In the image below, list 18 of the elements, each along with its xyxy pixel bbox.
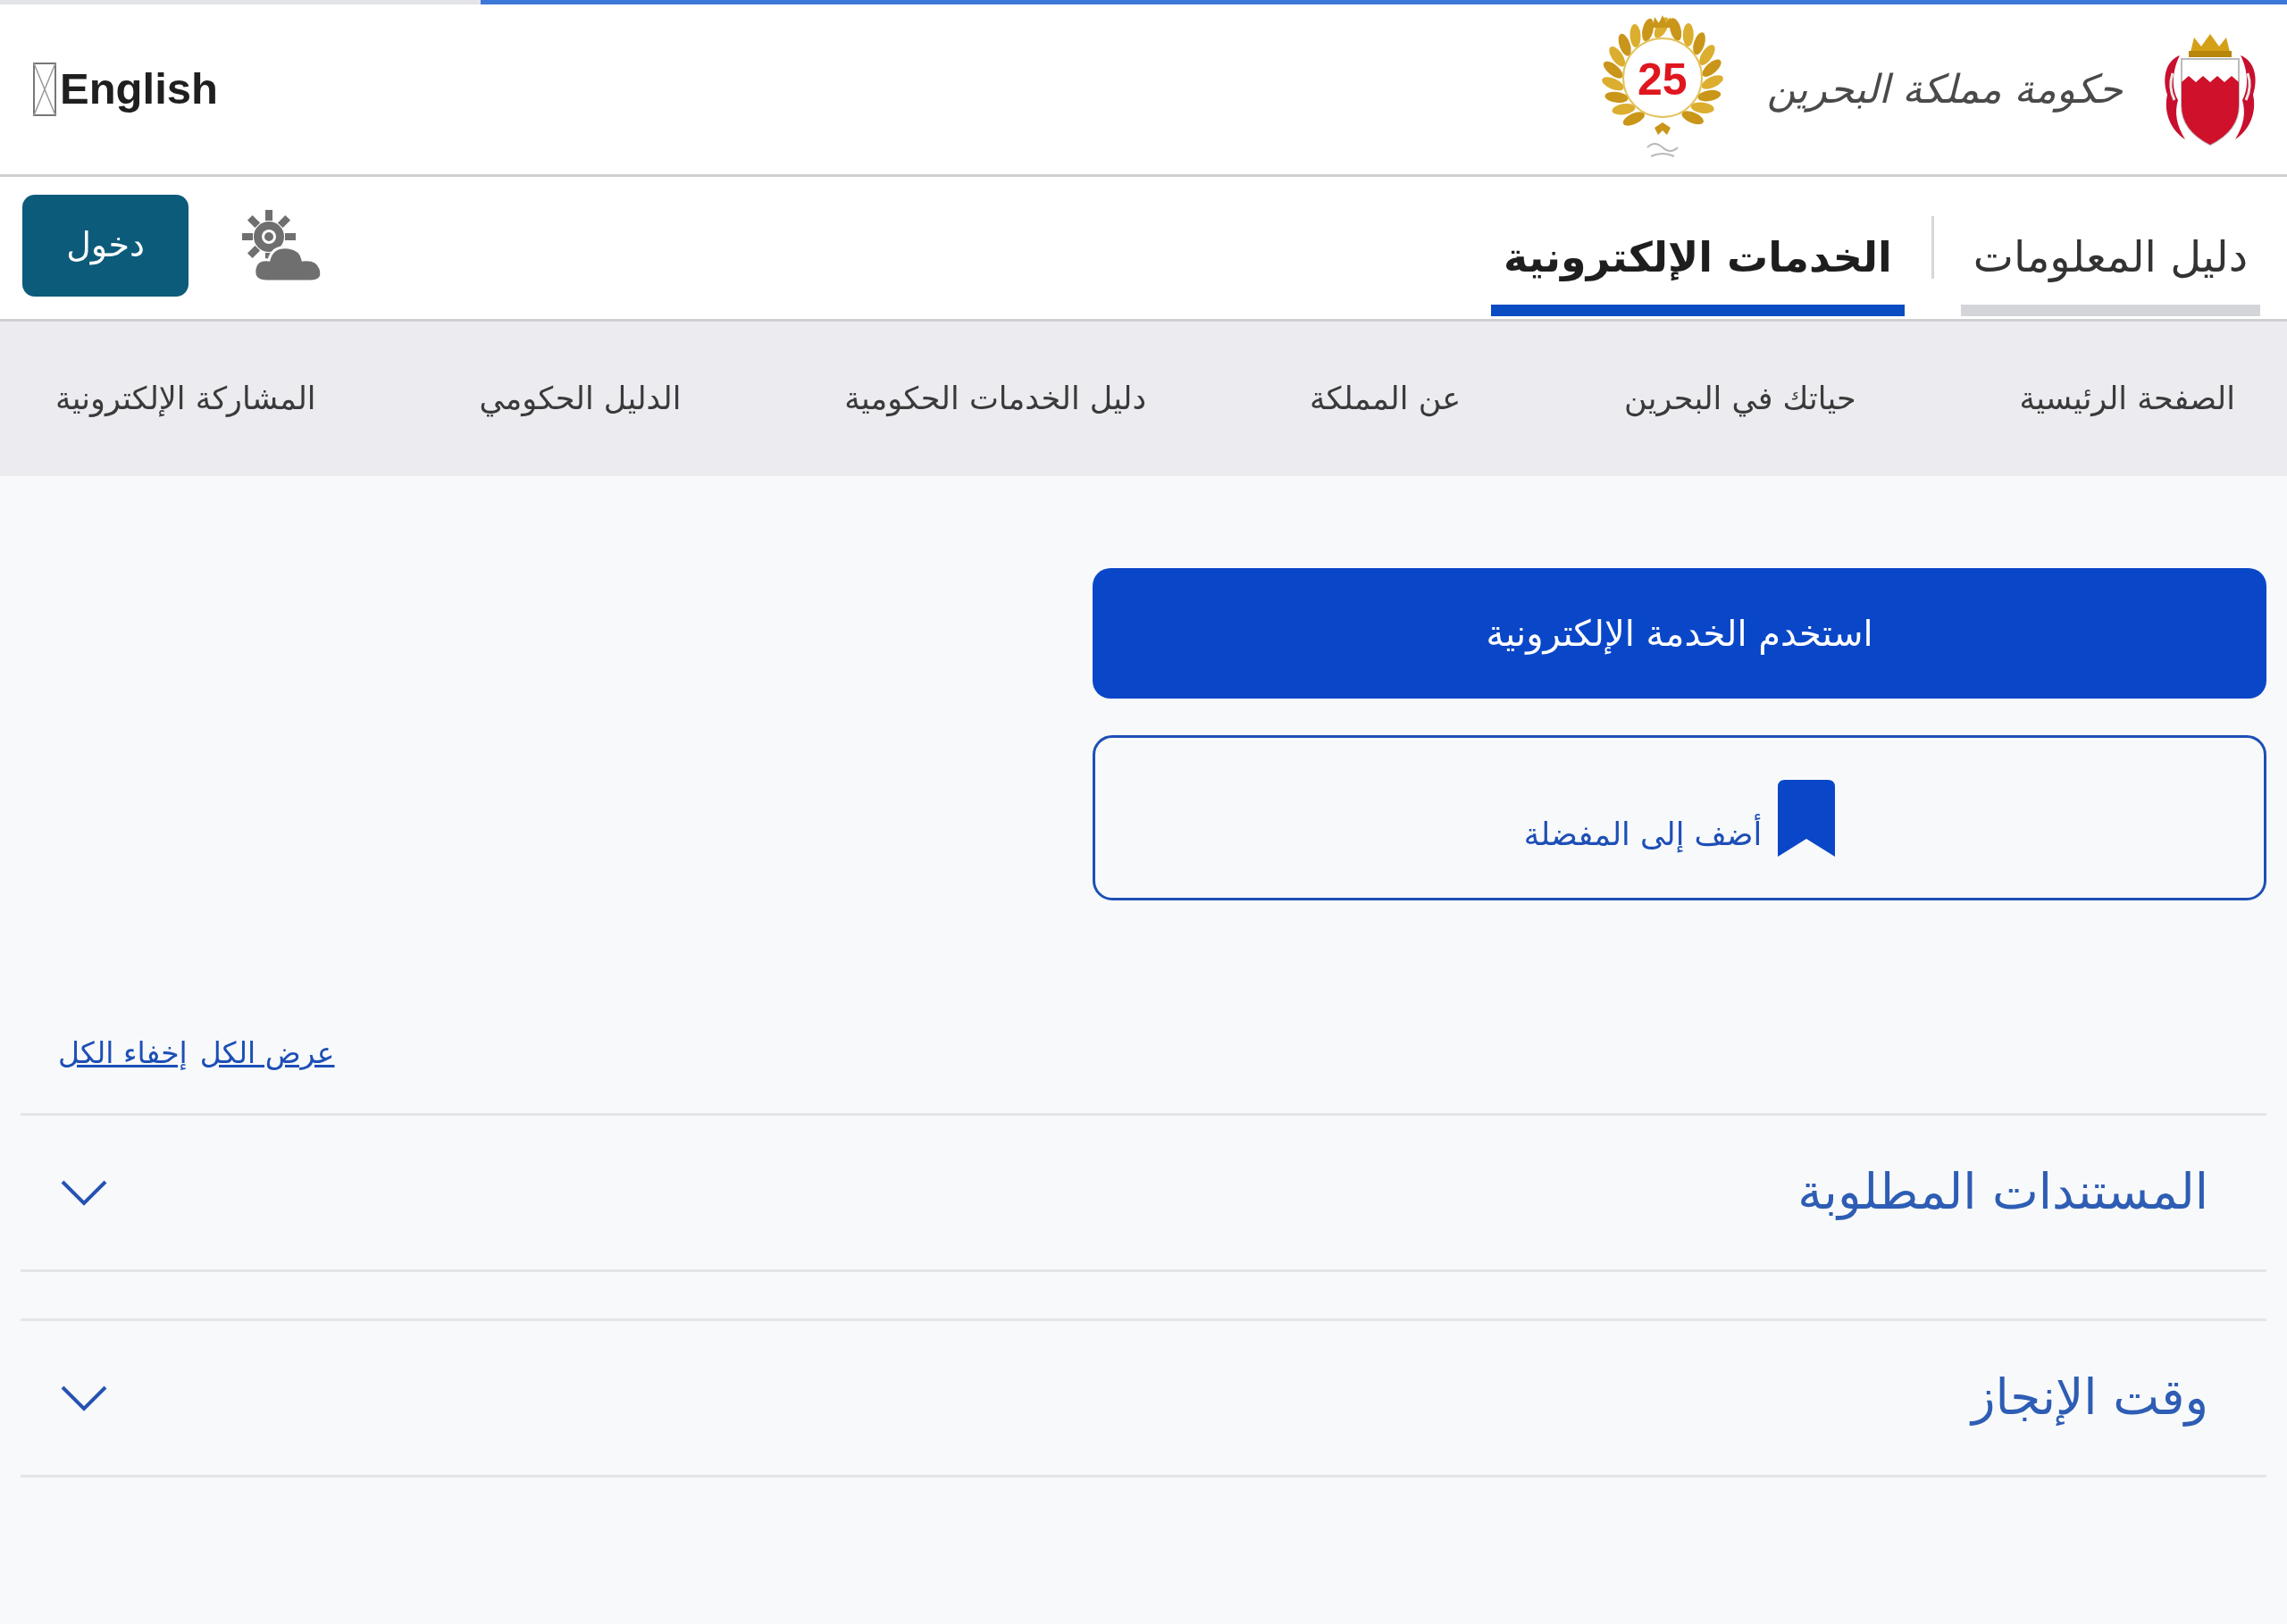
add-favorite-button[interactable]: أضف إلى المفضلة <box>1093 735 2266 900</box>
nav-link[interactable]: دليل الخدمات الحكومية <box>844 375 1147 423</box>
nav-link[interactable]: عن المملكة <box>1309 375 1462 423</box>
toggle-link[interactable]: عرض الكل <box>199 1031 335 1076</box>
logo-text: حكومة مملكة البحرين <box>1766 65 2123 114</box>
accordion-header[interactable]: وقت الإنجاز <box>21 1318 2266 1478</box>
broken-image-icon <box>33 63 56 116</box>
use-service-button[interactable]: استخدم الخدمة الإلكترونية <box>1093 568 2266 699</box>
badge-number: 25 <box>1637 54 1688 106</box>
nav-link[interactable]: حياتك في البحرين <box>1624 375 1856 423</box>
accordion-header[interactable]: المستندات المطلوبة <box>21 1112 2266 1272</box>
nav-link[interactable]: الدليل الحكومي <box>479 375 682 423</box>
login-button[interactable]: دخول <box>22 194 188 297</box>
bookmark-icon <box>1778 779 1836 857</box>
language-link[interactable]: English <box>33 56 218 122</box>
nav-link[interactable]: الصفحة الرئيسية <box>2019 375 2235 423</box>
toggle-link[interactable]: إخفاء الكل <box>58 1031 188 1076</box>
nav-link[interactable]: المشاركة الإلكترونية <box>55 375 316 423</box>
